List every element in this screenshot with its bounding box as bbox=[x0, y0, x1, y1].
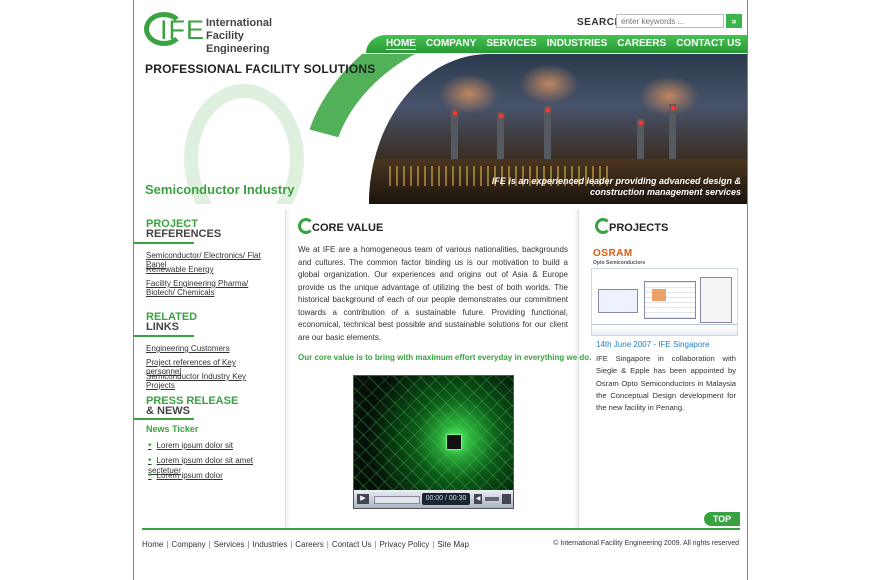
osram-logo: OSRAM bbox=[593, 248, 633, 259]
logo-name: International Facility Engineering bbox=[206, 17, 306, 56]
press-release-heading: PRESS RELEASE & NEWS bbox=[146, 396, 238, 417]
page-frame: IFE International Facility Engineering S… bbox=[133, 0, 748, 580]
core-value-section: CORE VALUE We at IFE are a homogeneous t… bbox=[285, 210, 591, 528]
separator: | bbox=[247, 540, 250, 549]
core-value-body: We at IFE are a homogeneous team of vari… bbox=[298, 245, 568, 342]
hero-banner: PROFESSIONAL FACILITY SOLUTIONS Semicond… bbox=[134, 54, 747, 204]
floorplan-block bbox=[598, 289, 638, 313]
footer-divider bbox=[142, 528, 740, 530]
project-floorplan-image[interactable] bbox=[591, 268, 738, 336]
banner-title: PROFESSIONAL FACILITY SOLUTIONS bbox=[145, 62, 376, 76]
logo-line1: International bbox=[206, 17, 273, 29]
related-link-customers[interactable]: Engineering Customers bbox=[146, 344, 271, 353]
stack-light bbox=[499, 114, 503, 118]
section-underline bbox=[134, 242, 194, 244]
nav-contact-us[interactable]: CONTACT US bbox=[676, 38, 741, 50]
back-to-top-button[interactable]: TOP bbox=[704, 512, 740, 526]
project-references-heading: PROJECT REFERENCES bbox=[146, 219, 222, 240]
logo-line2: Facility Engineering bbox=[206, 30, 270, 55]
steam-plume bbox=[439, 74, 499, 114]
main-nav: HOME COMPANY SERVICES INDUSTRIES CAREERS… bbox=[366, 35, 747, 53]
project-link-renewable[interactable]: Renewable Energy bbox=[146, 265, 271, 274]
copyright-text: © International Facility Engineering 200… bbox=[553, 540, 739, 547]
news-item[interactable]: Lorem ipsum dolor bbox=[148, 470, 223, 481]
search-input[interactable] bbox=[616, 14, 724, 28]
volume-icon[interactable]: ◀ bbox=[474, 494, 482, 504]
project-link-pharma[interactable]: Facility Engineering Pharma/ Biotech/ Ch… bbox=[146, 279, 271, 297]
footer-link-company[interactable]: Company bbox=[171, 540, 205, 549]
banner-sector: Semiconductor Industry bbox=[145, 182, 295, 197]
stack-light bbox=[453, 111, 457, 115]
related-links-heading: RELATED LINKS bbox=[146, 312, 197, 333]
news-item[interactable]: Lorem ipsum dolor sit bbox=[148, 440, 233, 451]
separator: | bbox=[290, 540, 293, 549]
play-icon[interactable]: ▶ bbox=[357, 494, 369, 504]
video-seek-bar[interactable] bbox=[374, 496, 420, 504]
separator: | bbox=[432, 540, 435, 549]
fullscreen-icon[interactable] bbox=[502, 494, 511, 504]
footer-link-privacy-policy[interactable]: Privacy Policy bbox=[379, 540, 429, 549]
left-sidebar: PROJECT REFERENCES Semiconductor/ Electr… bbox=[134, 210, 279, 520]
steam-plume bbox=[519, 64, 579, 104]
projects-section: PROJECTS OSRAM Opto Semiconductors 14th … bbox=[583, 210, 743, 520]
heading-bottom: LINKS bbox=[146, 321, 179, 333]
footer-link-home[interactable]: Home bbox=[142, 540, 163, 549]
separator: | bbox=[208, 540, 211, 549]
heading-bottom: REFERENCES bbox=[146, 228, 222, 240]
projects-heading: PROJECTS bbox=[609, 222, 669, 234]
nav-home[interactable]: HOME bbox=[385, 38, 416, 50]
project-news-date[interactable]: 14th June 2007 - IFE Singapore bbox=[596, 340, 709, 349]
footer-link-careers[interactable]: Careers bbox=[295, 540, 323, 549]
stack-light bbox=[639, 121, 643, 125]
chip-graphic bbox=[446, 434, 462, 450]
floorplan-highlight bbox=[652, 289, 666, 301]
floorplan-base bbox=[592, 324, 737, 335]
video-time: 00:00 / 00:30 bbox=[422, 493, 470, 505]
footer-link-contact-us[interactable]: Contact Us bbox=[332, 540, 372, 549]
nav-company[interactable]: COMPANY bbox=[426, 38, 476, 50]
nav-industries[interactable]: INDUSTRIES bbox=[547, 38, 608, 50]
video-player[interactable]: ▶ 00:00 / 00:30 ◀ bbox=[353, 375, 514, 509]
ife-logo[interactable]: IFE International Facility Engineering bbox=[144, 12, 289, 55]
section-underline bbox=[134, 335, 194, 337]
stack-light bbox=[671, 106, 675, 110]
floorplan-block bbox=[700, 277, 732, 323]
project-news-body: IFE Singapore in collaboration with Sieg… bbox=[596, 354, 736, 413]
osram-subtitle: Opto Semiconductors bbox=[593, 260, 646, 266]
footer-link-services[interactable]: Services bbox=[214, 540, 245, 549]
nav-services[interactable]: SERVICES bbox=[486, 38, 536, 50]
separator: | bbox=[374, 540, 377, 549]
section-underline bbox=[134, 418, 194, 420]
logo-mark: IFE bbox=[160, 15, 206, 45]
separator: | bbox=[326, 540, 329, 549]
banner-tagline: IFE is an experienced leader providing a… bbox=[491, 176, 741, 197]
stack-light bbox=[546, 108, 550, 112]
footer-link-site-map[interactable]: Site Map bbox=[437, 540, 469, 549]
circuit-board-thumbnail bbox=[354, 376, 513, 490]
news-ticker-label: News Ticker bbox=[146, 424, 199, 434]
footer-link-industries[interactable]: Industries bbox=[253, 540, 288, 549]
separator: | bbox=[166, 540, 169, 549]
footer-links: Home | Company | Services | Industries | Careers… bbox=[142, 540, 469, 549]
related-link-key-projects[interactable]: Semiconductor Industry Key Projects bbox=[146, 372, 271, 390]
search-go-button[interactable]: » bbox=[726, 14, 742, 28]
nav-careers[interactable]: CAREERS bbox=[617, 38, 666, 50]
video-controls: ▶ 00:00 / 00:30 ◀ bbox=[354, 490, 513, 508]
volume-slider[interactable] bbox=[485, 497, 499, 501]
core-value-heading: CORE VALUE bbox=[312, 222, 384, 234]
heading-bottom: & NEWS bbox=[146, 405, 190, 417]
core-value-highlight: Our core value is to bring with maximum … bbox=[298, 353, 592, 362]
